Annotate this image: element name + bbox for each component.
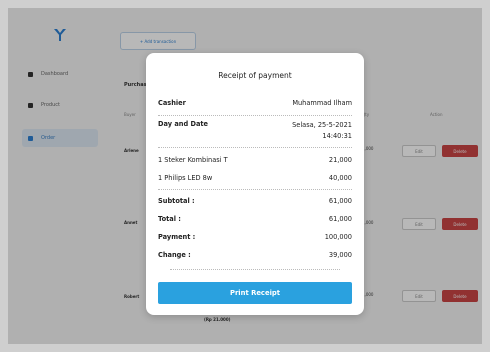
cashier-label: Cashier xyxy=(158,99,186,107)
print-receipt-button[interactable]: Print Receipt xyxy=(158,282,352,304)
receipt-title: Receipt of payment xyxy=(218,71,292,80)
payment-row: Payment : 100,000 xyxy=(158,233,352,241)
item-name: 1 Steker Kombinasi T xyxy=(158,156,228,164)
item-price: 40,000 xyxy=(328,174,352,182)
total-row: Total : 61,000 xyxy=(158,215,352,223)
item-price: 21,000 xyxy=(328,156,352,164)
divider xyxy=(158,189,352,190)
change-row: Change : 39,000 xyxy=(158,251,352,259)
divider xyxy=(158,115,352,116)
cashier-row: Cashier Muhammad Ilham xyxy=(158,99,352,107)
divider xyxy=(158,147,352,148)
date-value: Selasa, 25-5-2021 xyxy=(292,121,352,129)
cashier-value: Muhammad Ilham xyxy=(292,99,352,107)
receipt-modal: Receipt of payment Cashier Muhammad Ilha… xyxy=(146,53,364,315)
line-item: 1 Steker Kombinasi T 21,000 xyxy=(158,156,352,164)
change-value: 39,000 xyxy=(328,251,352,259)
divider xyxy=(170,269,340,270)
line-item: 1 Philips LED 8w 40,000 xyxy=(158,174,352,182)
subtotal-value: 61,000 xyxy=(328,197,352,205)
payment-value: 100,000 xyxy=(324,233,352,241)
total-label: Total : xyxy=(158,215,181,223)
time-value: 14:40:31 xyxy=(322,132,352,140)
item-name: 1 Philips LED 8w xyxy=(158,174,213,182)
subtotal-row: Subtotal : 61,000 xyxy=(158,197,352,205)
date-row: Day and Date Selasa, 25-5-2021 14:40:31 xyxy=(158,120,352,142)
total-value: 61,000 xyxy=(328,215,352,223)
subtotal-label: Subtotal : xyxy=(158,197,195,205)
change-label: Change : xyxy=(158,251,191,259)
date-label: Day and Date xyxy=(158,120,209,128)
payment-label: Payment : xyxy=(158,233,196,241)
